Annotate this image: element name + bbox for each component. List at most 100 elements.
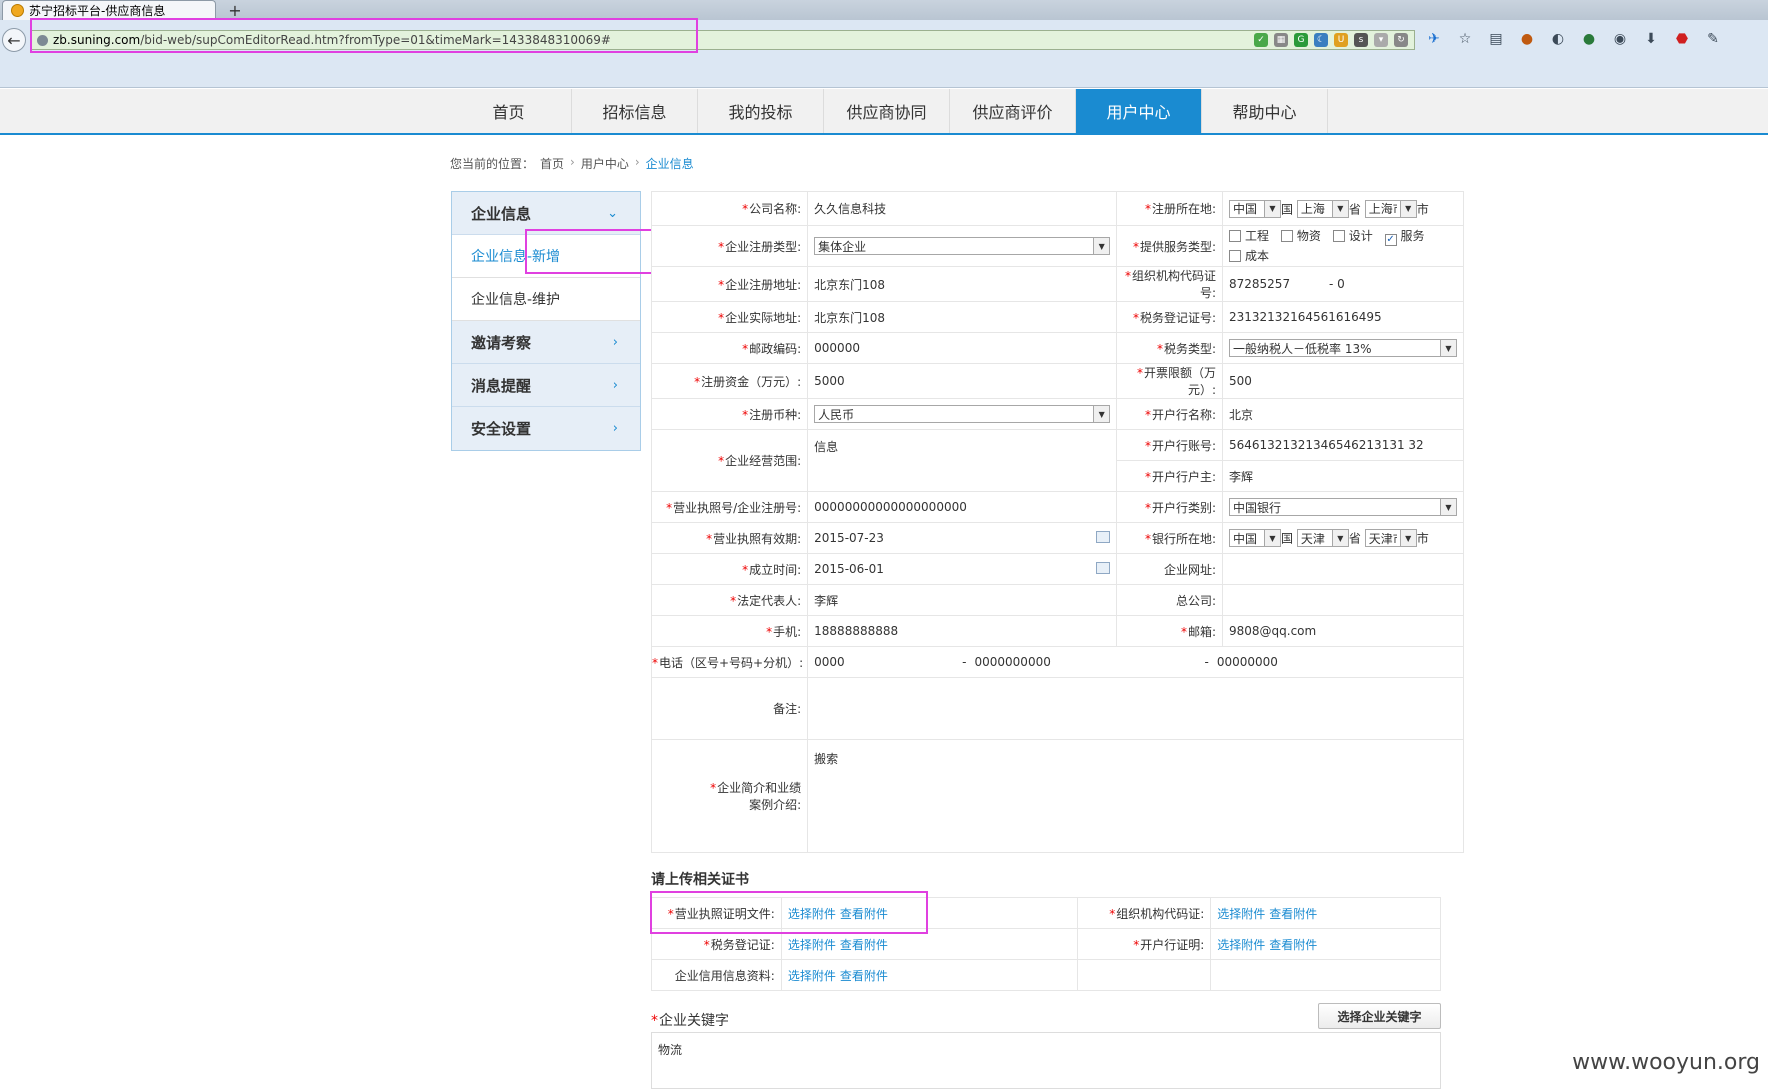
reg-city-select[interactable]: 上海市▼ bbox=[1364, 199, 1417, 218]
globe-menu-icon[interactable]: ◉ bbox=[1611, 30, 1629, 48]
license-no-label: *营业执照号/企业注册号: bbox=[650, 491, 809, 523]
nav-item-help[interactable]: 帮助中心 bbox=[1202, 89, 1328, 133]
bank-country-select[interactable]: 中国 ▼ bbox=[1229, 529, 1281, 547]
bank-owner-field[interactable]: 李辉 bbox=[1222, 460, 1464, 492]
back-arrow-icon[interactable]: ← bbox=[2, 28, 26, 52]
moon-extension-icon[interactable]: ☾ bbox=[1314, 33, 1328, 47]
chevron-right-icon: › bbox=[612, 421, 618, 436]
bank-account-field[interactable]: 56461321321346546213131 32 bbox=[1222, 429, 1464, 461]
nav-item-bid-info[interactable]: 招标信息 bbox=[572, 89, 698, 133]
service-type-field: 工程 物资 设计 ✓ 服务 成本 bbox=[1222, 225, 1464, 267]
adblock-icon[interactable]: ⬣ bbox=[1673, 30, 1691, 48]
reg-country-select[interactable]: 中国 ▼ bbox=[1229, 199, 1281, 218]
view-attachment-link[interactable]: 查看附件 bbox=[840, 938, 888, 952]
new-tab-button[interactable]: + bbox=[226, 0, 244, 20]
side-menu-group-invite[interactable]: 邀请考察 › bbox=[452, 321, 640, 364]
calendar-icon[interactable] bbox=[1096, 531, 1111, 543]
mobile-field[interactable]: 18888888888 bbox=[807, 615, 1118, 647]
side-menu-group-messages[interactable]: 消息提醒 › bbox=[452, 364, 640, 407]
calendar-icon[interactable] bbox=[1096, 562, 1111, 574]
dropdown-arrow-icon: ▼ bbox=[1093, 238, 1110, 254]
website-field[interactable] bbox=[1222, 553, 1464, 585]
reload-icon[interactable]: ↻ bbox=[1394, 33, 1408, 47]
side-menu-group-label: 企业信息 bbox=[471, 204, 532, 223]
real-address-field[interactable]: 北京东门108 bbox=[807, 301, 1118, 333]
select-attachment-link[interactable]: 选择附件 bbox=[1217, 938, 1265, 952]
service-option-materials[interactable]: 物资 bbox=[1280, 229, 1321, 243]
side-menu-group-label: 邀请考察 bbox=[471, 333, 532, 352]
breadcrumb-section[interactable]: 用户中心 bbox=[581, 155, 629, 172]
browser-tab[interactable]: 苏宁招标平台-供应商信息 bbox=[2, 0, 216, 20]
service-option-service[interactable]: ✓ 服务 bbox=[1384, 229, 1425, 246]
qr-code-icon[interactable]: ▦ bbox=[1274, 33, 1288, 47]
select-keywords-button[interactable]: 选择企业关键字 bbox=[1318, 1003, 1441, 1029]
dropdown-arrow-icon[interactable]: ▾ bbox=[1374, 33, 1388, 47]
view-attachment-link[interactable]: 查看附件 bbox=[840, 969, 888, 983]
remark-field[interactable] bbox=[807, 677, 1464, 740]
form-row: 备注: bbox=[650, 677, 1464, 740]
palette-icon[interactable]: ◐ bbox=[1549, 30, 1567, 48]
org-code-field[interactable]: 87285257- 0 bbox=[1222, 266, 1464, 302]
currency-select[interactable]: 人民币 ▼ bbox=[814, 405, 1111, 423]
nav-item-home[interactable]: 首页 bbox=[446, 89, 572, 133]
tax-type-select[interactable]: 一般纳税人－低税率 13% ▼ bbox=[1229, 339, 1457, 357]
download-arrow-icon[interactable]: ⬇ bbox=[1642, 30, 1660, 48]
org-code-label: *组织机构代码证号: bbox=[1116, 266, 1223, 302]
unit-label: 国 bbox=[1281, 202, 1294, 216]
postcode-field[interactable]: 000000 bbox=[807, 332, 1118, 364]
hq-field[interactable] bbox=[1222, 584, 1464, 616]
side-menu-item-maintain[interactable]: 企业信息-维护 bbox=[452, 278, 640, 321]
breadcrumb-home[interactable]: 首页 bbox=[540, 155, 564, 172]
shield-icon[interactable]: ✓ bbox=[1254, 33, 1268, 47]
bank-city-select[interactable]: 天津市▼ bbox=[1364, 529, 1417, 547]
company-name-field[interactable]: 久久信息科技 bbox=[807, 191, 1118, 226]
select-attachment-link[interactable]: 选择附件 bbox=[1217, 907, 1265, 921]
select-attachment-link[interactable]: 选择附件 bbox=[788, 938, 836, 952]
nav-item-supplier-eval[interactable]: 供应商评价 bbox=[950, 89, 1076, 133]
founded-field[interactable]: 2015-06-01 bbox=[807, 553, 1118, 585]
service-option-cost[interactable]: 成本 bbox=[1229, 249, 1269, 263]
capital-field[interactable]: 5000 bbox=[807, 363, 1118, 399]
view-attachment-link[interactable]: 查看附件 bbox=[1269, 938, 1317, 952]
email-field[interactable]: 9808@qq.com bbox=[1222, 615, 1464, 647]
reg-type-select[interactable]: 集体企业 ▼ bbox=[814, 237, 1111, 255]
fox-extension-icon[interactable]: ● bbox=[1518, 30, 1536, 48]
tax-reg-field[interactable]: 23132132164561616495 bbox=[1222, 301, 1464, 333]
phone-area-field[interactable]: 0000 bbox=[814, 655, 962, 669]
side-menu-group-security[interactable]: 安全设置 › bbox=[452, 407, 640, 450]
license-no-field[interactable]: 00000000000000000000 bbox=[807, 491, 1118, 523]
pencil-icon[interactable]: ✎ bbox=[1704, 30, 1722, 48]
bank-province-select[interactable]: 天津 ▼ bbox=[1296, 529, 1349, 547]
phone-number-field[interactable]: 0000000000 bbox=[975, 655, 1205, 669]
phone-ext-field[interactable]: 00000000 bbox=[1217, 655, 1278, 669]
license-valid-label: *营业执照有效期: bbox=[650, 522, 809, 554]
select-attachment-link[interactable]: 选择附件 bbox=[788, 969, 836, 983]
reading-list-icon[interactable]: ▤ bbox=[1487, 30, 1505, 48]
nav-item-user-center[interactable]: 用户中心 bbox=[1076, 89, 1202, 133]
bookmark-star-icon[interactable]: ☆ bbox=[1456, 30, 1474, 48]
intro-field[interactable]: 搬索 bbox=[807, 739, 1464, 853]
checkbox-unchecked-icon bbox=[1332, 230, 1345, 242]
legal-rep-field[interactable]: 李辉 bbox=[807, 584, 1118, 616]
u-extension-icon[interactable]: U bbox=[1334, 33, 1348, 47]
license-valid-field[interactable]: 2015-07-23 bbox=[807, 522, 1118, 554]
reg-address-field[interactable]: 北京东门108 bbox=[807, 266, 1118, 302]
nav-item-my-bids[interactable]: 我的投标 bbox=[698, 89, 824, 133]
g-extension-icon[interactable]: G bbox=[1294, 33, 1308, 47]
bank-type-select[interactable]: 中国银行 ▼ bbox=[1229, 498, 1457, 516]
keywords-box[interactable]: 物流 bbox=[651, 1032, 1441, 1089]
service-option-engineering[interactable]: 工程 bbox=[1229, 229, 1269, 243]
postcode-label: *邮政编码: bbox=[650, 332, 809, 364]
swf-extension-icon[interactable]: s bbox=[1354, 33, 1368, 47]
reg-province-select[interactable]: 上海 ▼ bbox=[1296, 199, 1349, 218]
nav-item-supplier-collab[interactable]: 供应商协同 bbox=[824, 89, 950, 133]
bank-name-field[interactable]: 北京 bbox=[1222, 398, 1464, 430]
view-attachment-link[interactable]: 查看附件 bbox=[1269, 907, 1317, 921]
empty-cell bbox=[1210, 959, 1441, 991]
invoice-limit-field[interactable]: 500 bbox=[1222, 363, 1464, 399]
checkbox-unchecked-icon bbox=[1229, 250, 1241, 262]
business-scope-field[interactable]: 信息 bbox=[807, 429, 1118, 492]
bird-extension-icon[interactable]: ✈ bbox=[1425, 30, 1443, 48]
green-shield-icon[interactable]: ● bbox=[1580, 30, 1598, 48]
service-option-design[interactable]: 设计 bbox=[1332, 229, 1373, 243]
